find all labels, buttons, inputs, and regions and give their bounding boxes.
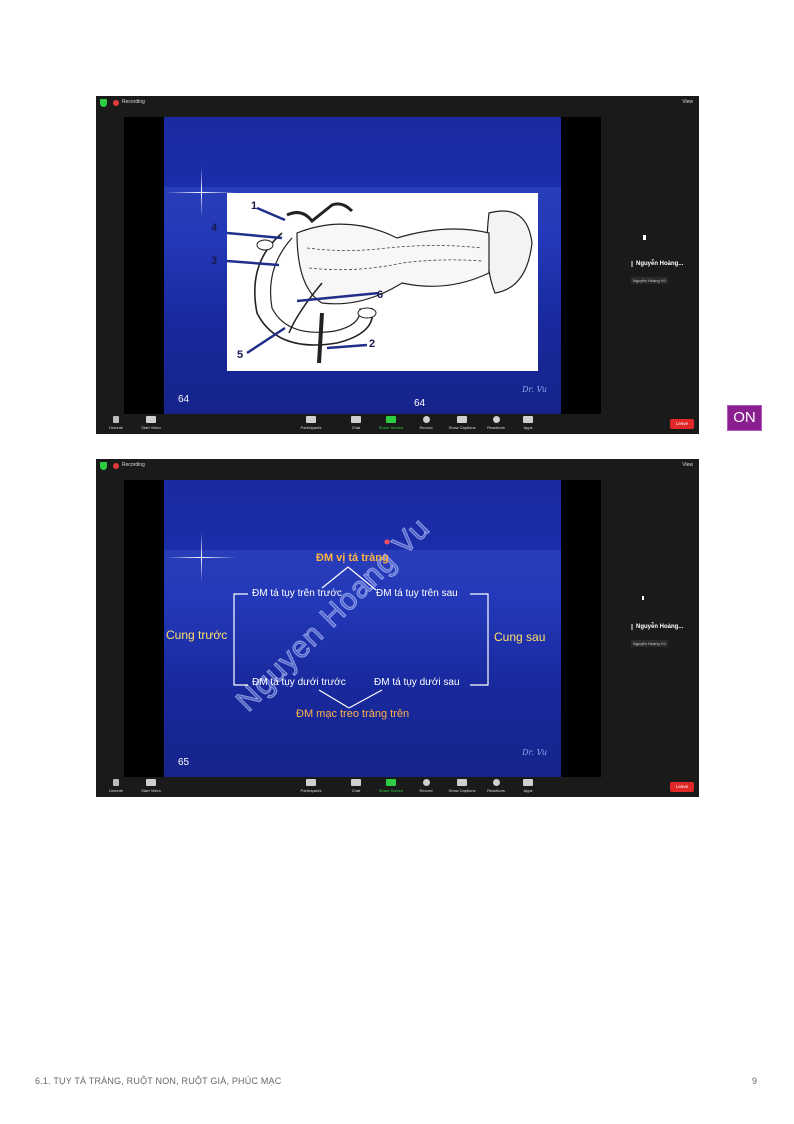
slide-number: 65 bbox=[178, 757, 190, 768]
shared-screen: 1 4 3 6 5 2 64 64 Dr. Vu bbox=[124, 117, 601, 414]
start-video-button[interactable]: Start Video bbox=[131, 779, 171, 793]
record-icon bbox=[422, 779, 430, 786]
apps-icon bbox=[523, 779, 533, 786]
unmute-button[interactable]: Unmute bbox=[96, 779, 136, 793]
chat-button[interactable]: Chat bbox=[336, 416, 376, 430]
meeting-toolbar: Unmute Start Video Participants Chat Sha… bbox=[96, 414, 699, 434]
reactions-icon bbox=[492, 416, 500, 423]
leave-button[interactable]: Leave bbox=[670, 782, 694, 792]
right-arc-label: Cung sau bbox=[494, 630, 546, 644]
left-arc-label: Cung trước bbox=[166, 628, 228, 642]
chat-icon bbox=[351, 416, 361, 423]
participants-button[interactable]: Participants bbox=[291, 779, 331, 793]
participant-name[interactable]: Nguyễn Hoàng... bbox=[631, 261, 683, 267]
recording-label: Recording bbox=[122, 99, 145, 105]
view-button[interactable]: View bbox=[682, 462, 693, 468]
sparkle-decoration bbox=[201, 167, 202, 217]
participant-name[interactable]: Nguyễn Hoàng... bbox=[631, 624, 683, 630]
label-6: 6 bbox=[377, 289, 384, 301]
share-screen-icon bbox=[386, 416, 396, 423]
top-title: ĐM vị tá tràng bbox=[316, 552, 389, 564]
participant-subtitle: Nguyễn Hoàng Vũ bbox=[631, 277, 668, 284]
camera-off-icon bbox=[146, 416, 156, 423]
unmute-button[interactable]: Unmute bbox=[96, 416, 136, 430]
record-icon bbox=[422, 416, 430, 423]
label-3: 3 bbox=[211, 255, 218, 267]
share-screen-button[interactable]: Share Screen bbox=[371, 416, 411, 430]
participants-icon bbox=[306, 416, 316, 423]
apps-button[interactable]: Apps bbox=[508, 416, 548, 430]
author-signature: Dr. Vu bbox=[522, 385, 547, 394]
participants-button[interactable]: Participants bbox=[291, 416, 331, 430]
participants-icon bbox=[306, 779, 316, 786]
chat-icon bbox=[351, 779, 361, 786]
recording-dot-icon bbox=[113, 463, 119, 469]
recording-dot-icon bbox=[113, 100, 119, 106]
captions-icon bbox=[457, 779, 467, 786]
security-shield-icon[interactable] bbox=[100, 99, 107, 107]
share-screen-button[interactable]: Share Screen bbox=[371, 779, 411, 793]
on-badge: ON bbox=[727, 405, 762, 431]
camera-off-icon bbox=[146, 779, 156, 786]
leave-button[interactable]: Leave bbox=[670, 419, 694, 429]
captions-icon bbox=[457, 416, 467, 423]
anatomy-drawing bbox=[226, 202, 533, 364]
zoom-window-slide-64: Recording View 1 4 3 6 5 2 64 64 Dr. Vu … bbox=[96, 96, 699, 434]
shared-screen: Nguyen Hoang Vu ĐM vị tá tràng ĐM tá tụy… bbox=[124, 480, 601, 777]
mic-off-icon bbox=[113, 416, 119, 423]
author-signature: Dr. Vu bbox=[522, 748, 547, 757]
bottom-title: ĐM mạc treo tràng trên bbox=[296, 708, 410, 720]
start-video-button[interactable]: Start Video bbox=[131, 416, 171, 430]
footer-title: 6.1. TỤY TÁ TRÀNG, RUỘT NON, RUỘT GIÀ, P… bbox=[35, 1076, 282, 1086]
meeting-topbar: Recording View bbox=[96, 96, 699, 110]
record-button[interactable]: Record bbox=[406, 779, 446, 793]
bottom-right-artery: ĐM tá tụy dưới sau bbox=[374, 677, 460, 688]
slide-number: 64 bbox=[178, 394, 190, 405]
view-button[interactable]: View bbox=[682, 99, 693, 105]
security-shield-icon[interactable] bbox=[100, 462, 107, 470]
zoom-window-slide-65: Recording View Nguyen Hoang Vu ĐM vị tá … bbox=[96, 459, 699, 797]
label-1: 1 bbox=[251, 200, 258, 212]
mic-off-icon bbox=[113, 779, 119, 786]
apps-button[interactable]: Apps bbox=[508, 779, 548, 793]
meeting-topbar: Recording View bbox=[96, 459, 699, 473]
share-screen-icon bbox=[386, 779, 396, 786]
top-right-artery: ĐM tá tụy trên sau bbox=[376, 588, 458, 599]
label-4: 4 bbox=[211, 222, 218, 234]
mouse-cursor-icon bbox=[642, 596, 644, 600]
label-5: 5 bbox=[237, 349, 244, 361]
page-number: 9 bbox=[752, 1076, 758, 1086]
apps-icon bbox=[523, 416, 533, 423]
record-button[interactable]: Record bbox=[406, 416, 446, 430]
slide-number-center: 64 bbox=[414, 398, 426, 409]
pancreas-duodenum-illustration: 1 4 3 6 5 2 bbox=[211, 193, 538, 371]
recording-label: Recording bbox=[122, 462, 145, 468]
bottom-left-artery: ĐM tá tụy dưới trước bbox=[252, 677, 346, 688]
slide: Nguyen Hoang Vu ĐM vị tá tràng ĐM tá tụy… bbox=[164, 480, 561, 777]
mouse-cursor-icon bbox=[643, 235, 646, 240]
reactions-icon bbox=[492, 779, 500, 786]
top-left-artery: ĐM tá tụy trên trước bbox=[252, 588, 342, 599]
chat-button[interactable]: Chat bbox=[336, 779, 376, 793]
meeting-toolbar: Unmute Start Video Participants Chat Sha… bbox=[96, 777, 699, 797]
label-2: 2 bbox=[369, 338, 376, 350]
participant-subtitle: Nguyễn Hoàng Vũ bbox=[631, 640, 668, 647]
slide: 1 4 3 6 5 2 64 64 Dr. Vu bbox=[164, 117, 561, 414]
